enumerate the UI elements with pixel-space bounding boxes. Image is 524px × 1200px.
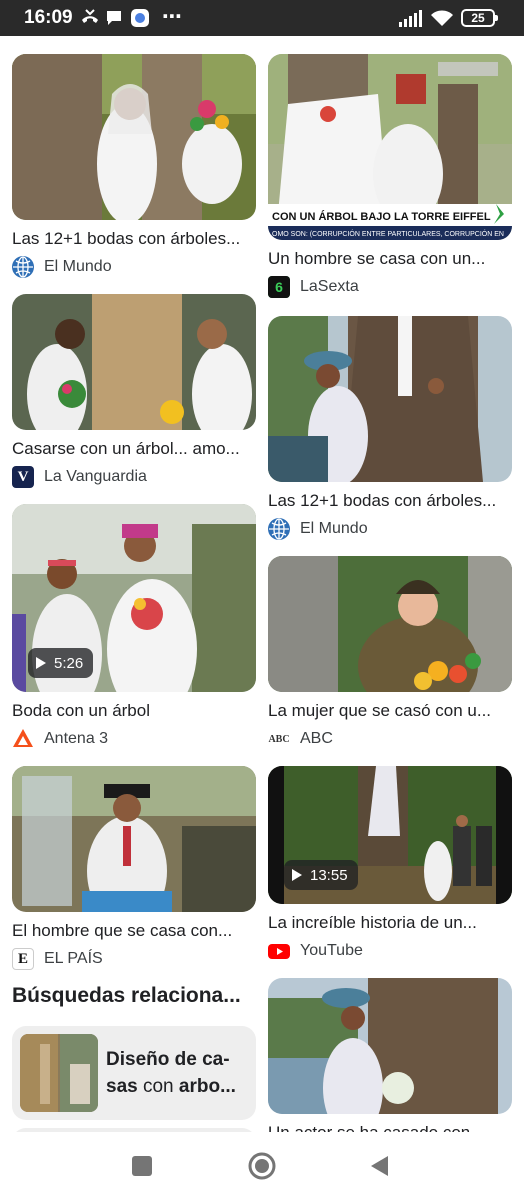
result-card[interactable]: El hombre que se casa con... E EL PAÍS	[12, 766, 256, 970]
result-thumbnail[interactable]: 13:55	[268, 766, 512, 904]
result-card[interactable]	[268, 978, 512, 1114]
result-thumbnail[interactable]	[12, 294, 256, 430]
wifi-icon	[431, 10, 453, 26]
related-search-thumbnail	[20, 1034, 98, 1112]
result-card[interactable]: 13:55 La increíble historia de un... You…	[268, 766, 512, 962]
result-source[interactable]: V La Vanguardia	[12, 466, 256, 488]
signal-icon	[399, 10, 422, 27]
video-duration-badge: 13:55	[284, 860, 358, 890]
back-button[interactable]	[366, 1152, 394, 1180]
home-button[interactable]	[248, 1152, 276, 1180]
result-thumbnail[interactable]	[12, 766, 256, 912]
battery-icon: 25	[461, 9, 498, 27]
result-title[interactable]: La increíble historia de un...	[268, 912, 512, 934]
svg-text:OMO SON: (CORRUPCIÓN ENTRE PAR: OMO SON: (CORRUPCIÓN ENTRE PARTICULARES,…	[272, 229, 504, 238]
thumb-caption: CON UN ÁRBOL BAJO LA TORRE EIFFEL	[272, 210, 491, 223]
result-source-name: ABC	[300, 730, 333, 747]
elpais-logo: E	[12, 948, 34, 970]
result-source-name: Antena 3	[44, 730, 109, 747]
result-thumbnail[interactable]: CON UN ÁRBOL BAJO LA TORRE EIFFEL OMO SO…	[268, 54, 512, 240]
result-card[interactable]: 5:26 Boda con un árbol Antena 3	[12, 504, 256, 750]
svg-text:6: 6	[275, 279, 283, 295]
related-search-chip[interactable]: Diseño de ca-sas con arbo...	[12, 1026, 256, 1120]
result-title[interactable]: El hombre que se casa con...	[12, 920, 256, 942]
video-duration: 5:26	[54, 654, 84, 672]
result-card[interactable]: La mujer que se casó con u... ABC ABC	[268, 556, 512, 750]
result-source[interactable]: E EL PAÍS	[12, 948, 256, 970]
missed-call-icon	[82, 9, 98, 23]
result-card[interactable]: Casarse con un árbol... amo... V La Vang…	[12, 294, 256, 488]
result-title[interactable]: Las 12+1 bodas con árboles...	[268, 490, 512, 512]
result-card[interactable]: Las 12+1 bodas con árboles... El Mundo	[12, 54, 256, 278]
result-title[interactable]: Un hombre se casa con un...	[268, 248, 512, 270]
result-thumbnail[interactable]: 5:26	[12, 504, 256, 692]
result-title[interactable]: Casarse con un árbol... amo...	[12, 438, 256, 460]
app-notification-icon	[131, 9, 149, 27]
related-search-text: Diseño de ca-sas con arbo...	[106, 1049, 236, 1097]
result-source[interactable]: ABC ABC	[268, 728, 512, 750]
result-thumbnail[interactable]	[268, 978, 512, 1114]
result-source[interactable]: 6 LaSexta	[268, 276, 512, 298]
lavanguardia-logo: V	[12, 466, 34, 488]
video-duration-badge: 5:26	[28, 648, 94, 678]
play-icon	[36, 657, 46, 669]
recents-button[interactable]	[128, 1152, 156, 1180]
result-thumbnail[interactable]	[268, 556, 512, 692]
globe-icon	[268, 518, 290, 540]
abc-logo: ABC	[268, 733, 290, 745]
result-source-name: EL PAÍS	[44, 950, 103, 967]
status-time: 16:09	[24, 7, 73, 28]
result-title[interactable]: Un actor se ha casado con...	[268, 1122, 512, 1132]
result-source-name: LaSexta	[300, 278, 359, 295]
play-icon	[292, 869, 302, 881]
result-source-name: El Mundo	[300, 520, 368, 537]
lasexta-logo: 6	[268, 276, 290, 298]
result-source-name: YouTube	[300, 942, 363, 959]
result-source[interactable]: El Mundo	[12, 256, 256, 278]
video-duration: 13:55	[310, 866, 348, 884]
chat-bubble-icon	[107, 11, 121, 25]
result-source-name: La Vanguardia	[44, 468, 147, 485]
result-source[interactable]: Antena 3	[12, 728, 256, 750]
image-results: Las 12+1 bodas con árboles... El Mundo C…	[0, 36, 524, 1132]
result-thumbnail[interactable]	[12, 54, 256, 220]
result-title[interactable]: Boda con un árbol	[12, 700, 256, 722]
status-overflow-dots: ⋯	[162, 6, 183, 28]
result-thumbnail[interactable]	[268, 316, 512, 482]
antena3-logo	[12, 728, 34, 750]
result-title[interactable]: La mujer que se casó con u...	[268, 700, 512, 722]
result-source-name: El Mundo	[44, 258, 112, 275]
globe-icon	[12, 256, 34, 278]
result-source[interactable]: YouTube	[268, 940, 512, 962]
result-source[interactable]: El Mundo	[268, 518, 512, 540]
result-card[interactable]: Las 12+1 bodas con árboles... El Mundo	[268, 316, 512, 540]
related-searches-heading: Búsquedas relaciona...	[12, 984, 241, 1007]
result-title[interactable]: Las 12+1 bodas con árboles...	[12, 228, 256, 250]
youtube-logo	[268, 940, 290, 962]
result-card[interactable]: CON UN ÁRBOL BAJO LA TORRE EIFFEL OMO SO…	[268, 54, 512, 298]
status-bar: 16:09 ⋯ 25	[0, 0, 524, 36]
system-navigation-bar	[0, 1132, 524, 1200]
